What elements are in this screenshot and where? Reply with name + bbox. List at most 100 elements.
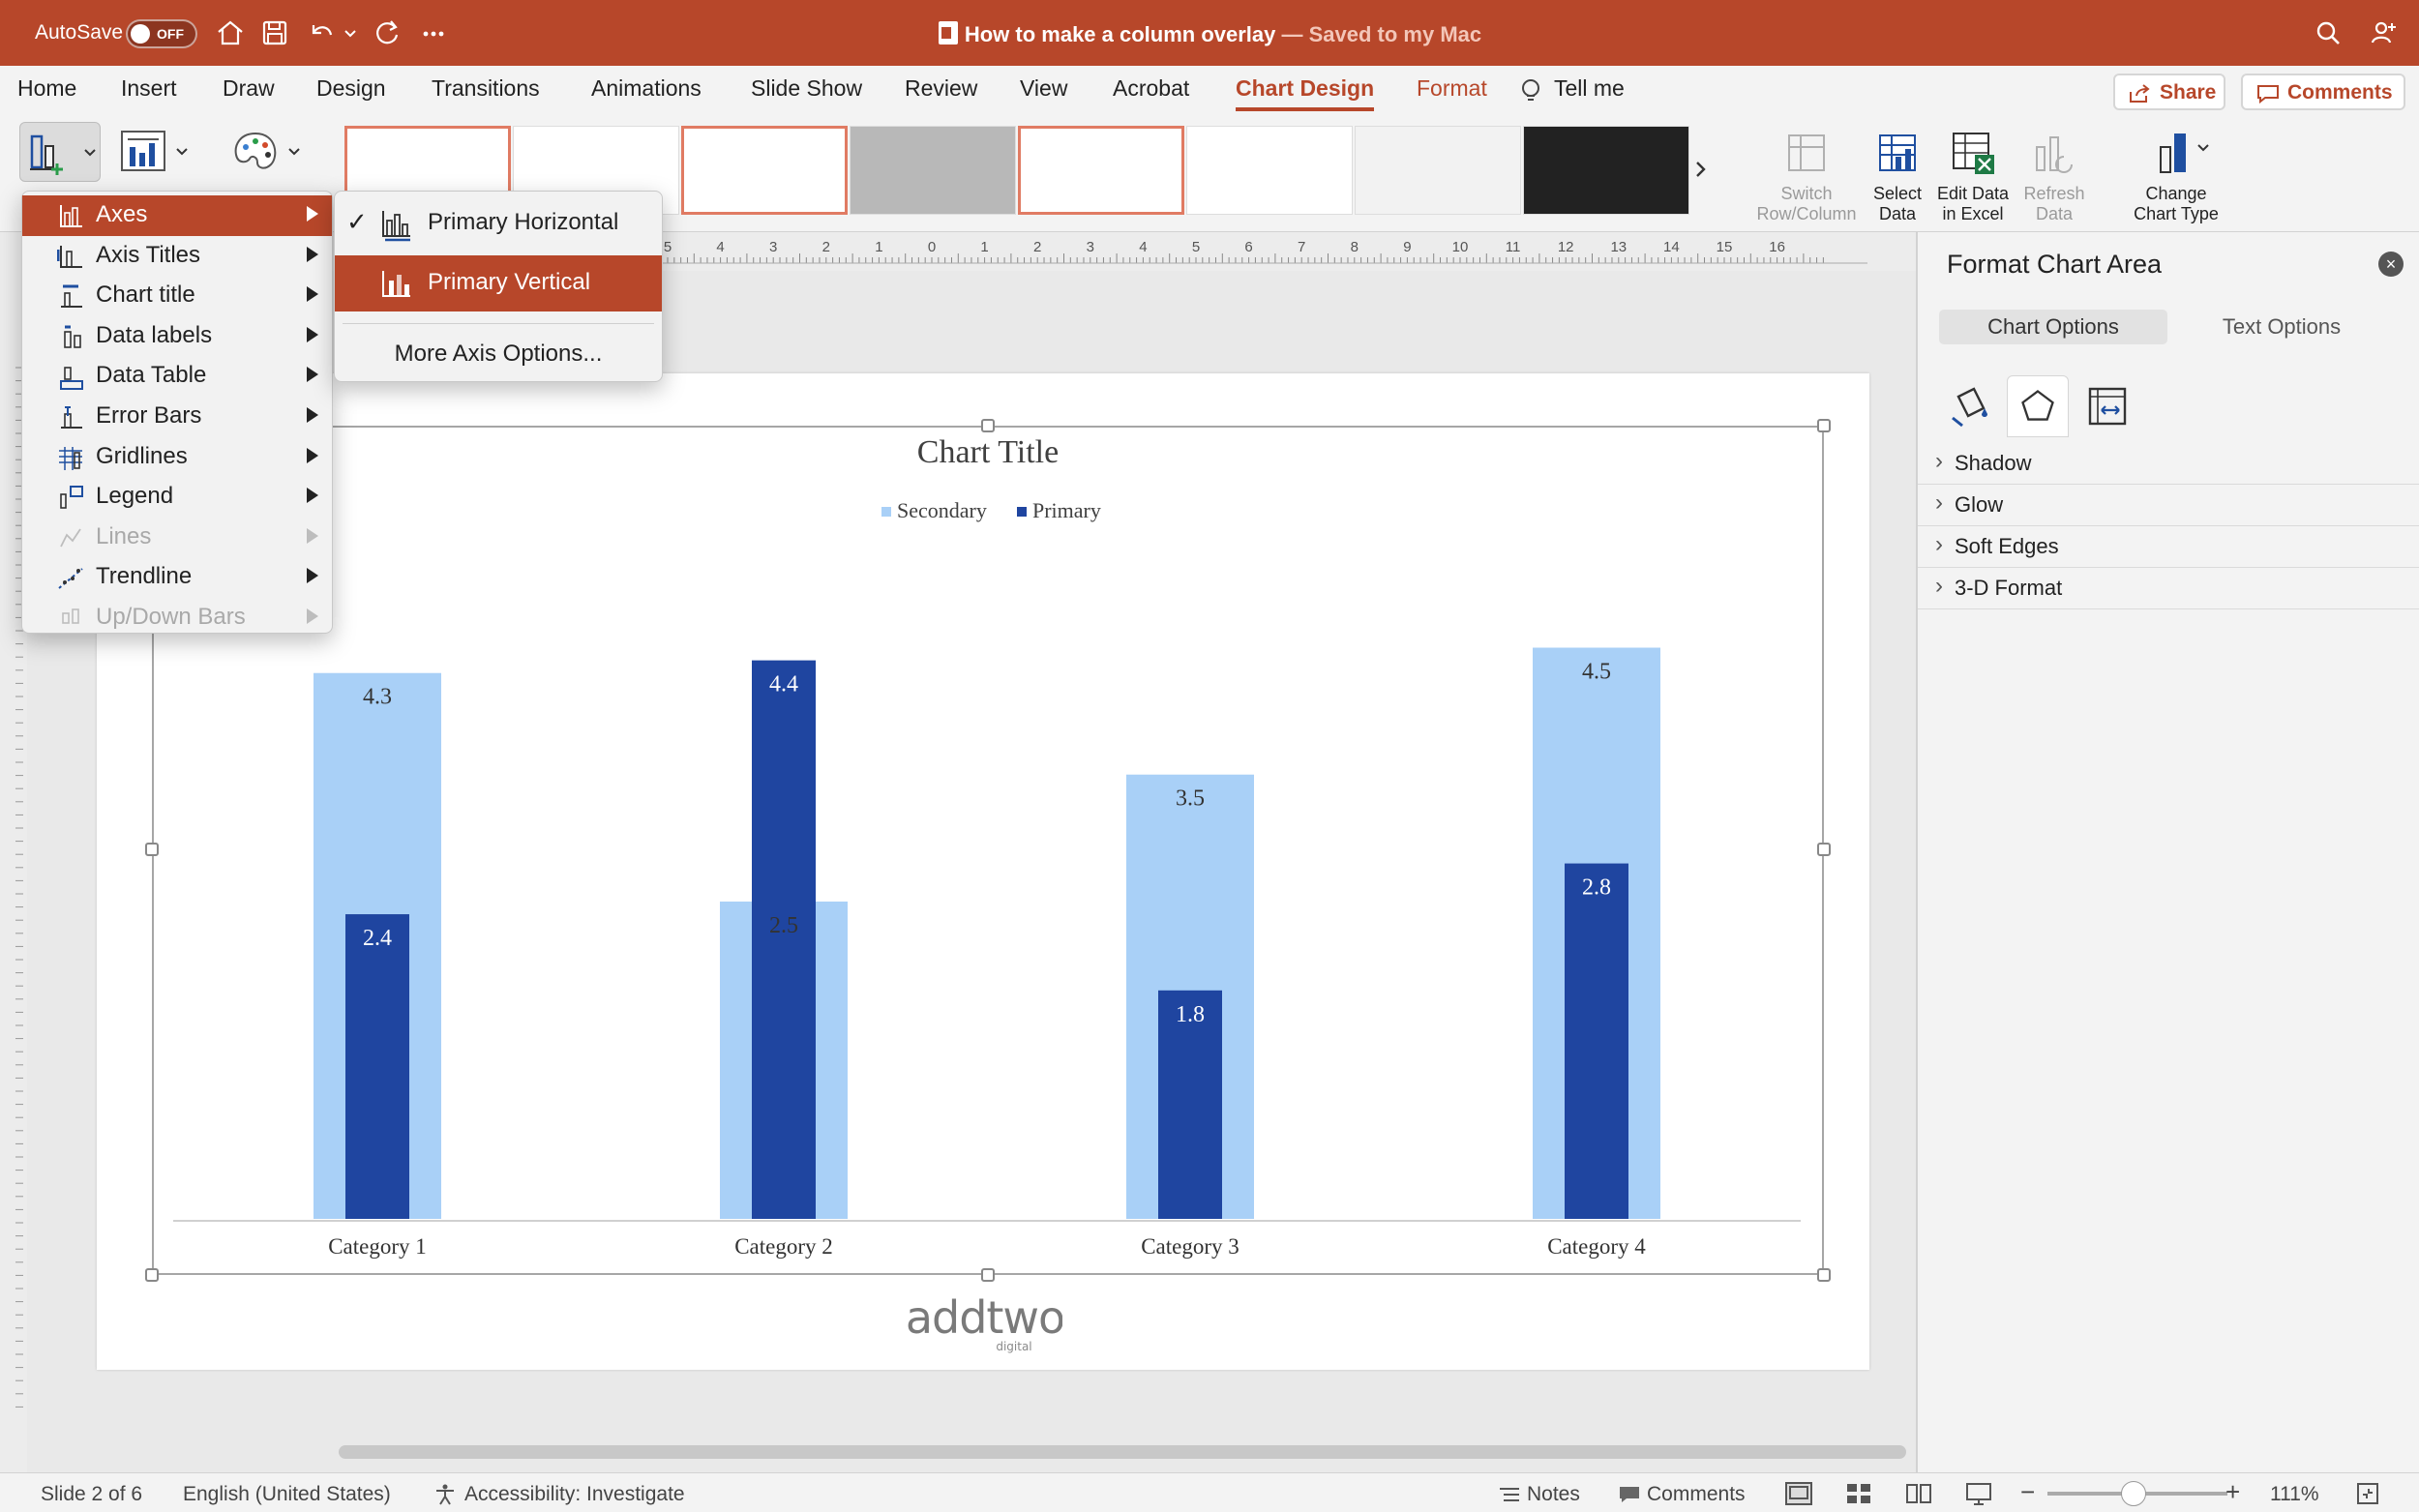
effects-icon[interactable]	[2007, 375, 2069, 437]
menu-item-error-bars[interactable]: Error Bars	[22, 397, 332, 437]
lightbulb-icon	[1522, 79, 1539, 101]
chart-style-8[interactable]	[1523, 126, 1689, 215]
tab-slide-show[interactable]: Slide Show	[751, 75, 862, 102]
language-status[interactable]: English (United States)	[183, 1483, 391, 1506]
tab-insert[interactable]: Insert	[121, 75, 177, 102]
chart-style-7[interactable]	[1355, 126, 1521, 215]
zoom-slider-thumb[interactable]	[2121, 1481, 2146, 1506]
horizontal-scrollbar[interactable]	[339, 1445, 1906, 1459]
zoom-level[interactable]: 111%	[2270, 1483, 2319, 1506]
search-icon[interactable]	[2313, 17, 2344, 48]
category-label: Category 1	[328, 1234, 427, 1259]
slide-show-icon[interactable]	[1964, 1481, 1993, 1506]
chevron-down-icon[interactable]	[2196, 143, 2210, 153]
slide-counter[interactable]: Slide 2 of 6	[41, 1483, 142, 1506]
menu-item-data-table[interactable]: Data Table	[22, 356, 332, 397]
menu-item-primary-horizontal[interactable]: ✓ Primary Horizontal	[335, 195, 662, 252]
notes-button[interactable]: Notes	[1527, 1483, 1580, 1506]
title-bar: AutoSave OFF How to make a column overla…	[0, 0, 2419, 66]
chart-style-3[interactable]	[681, 126, 848, 215]
tab-acrobat[interactable]: Acrobat	[1113, 75, 1189, 102]
document-title: How to make a column overlay — Saved to …	[0, 20, 2419, 47]
change-chart-type-button[interactable]: Change Chart Type	[2125, 128, 2227, 224]
quick-layout-button[interactable]	[116, 126, 194, 180]
tab-home[interactable]: Home	[17, 75, 76, 102]
ruler-label: 2	[1033, 239, 1041, 255]
share-button[interactable]: Share	[2113, 74, 2225, 110]
submenu-arrow-icon	[307, 206, 318, 222]
section-shadow[interactable]: Shadow	[1918, 443, 2419, 485]
document-name[interactable]: How to make a column overlay	[965, 22, 1276, 46]
ruler-label: 15	[1717, 239, 1733, 255]
ruler-label: 13	[1610, 239, 1627, 255]
category-label: Category 4	[1547, 1234, 1646, 1259]
comments-button[interactable]: Comments	[2241, 74, 2405, 110]
change-colors-button[interactable]	[228, 126, 306, 180]
slide-sorter-icon[interactable]	[1844, 1481, 1873, 1506]
comment-icon	[2257, 85, 2279, 104]
saved-status[interactable]: — Saved to my Mac	[1282, 22, 1482, 46]
size-properties-icon[interactable]	[2076, 375, 2138, 437]
fill-line-icon[interactable]	[1939, 375, 2001, 437]
menu-item-axes[interactable]: Axes	[22, 195, 332, 236]
zoom-out-button[interactable]: −	[2020, 1477, 2035, 1507]
ruler-label: 7	[1298, 239, 1305, 255]
ruler-label: 5	[664, 239, 672, 255]
trendline-icon	[58, 568, 83, 590]
tab-view[interactable]: View	[1020, 75, 1067, 102]
switch-row-column-icon	[1788, 134, 1825, 171]
add-chart-element-button[interactable]	[19, 122, 101, 182]
tab-review[interactable]: Review	[905, 75, 977, 102]
primary-horizontal-axis-icon	[382, 211, 410, 242]
chart-legend[interactable]: Secondary Primary	[881, 498, 1101, 522]
chevron-down-icon	[288, 148, 300, 156]
menu-item-axis-titles[interactable]: Axis Titles	[22, 236, 332, 277]
axes-icon	[60, 205, 82, 227]
account-icon[interactable]	[2369, 17, 2400, 48]
fit-to-window-icon[interactable]	[2355, 1481, 2380, 1506]
comments-label: Comments	[2287, 81, 2393, 104]
menu-item-primary-vertical[interactable]: Primary Vertical	[335, 255, 662, 311]
tab-chart-design[interactable]: Chart Design	[1236, 75, 1375, 111]
tab-text-options[interactable]: Text Options	[2167, 310, 2396, 344]
section-glow[interactable]: Glow	[1918, 485, 2419, 526]
normal-view-icon[interactable]	[1784, 1481, 1813, 1506]
chart-style-5[interactable]	[1018, 126, 1184, 215]
comments-status-button[interactable]: Comments	[1647, 1483, 1746, 1506]
menu-item-data-labels[interactable]: Data labels	[22, 316, 332, 357]
tab-design[interactable]: Design	[316, 75, 386, 102]
axis-titles-icon	[57, 245, 82, 268]
category-labels: Category 1 Category 2 Category 3 Category 4	[328, 1234, 1646, 1259]
menu-item-trendline[interactable]: Trendline	[22, 557, 332, 598]
gallery-next-icon[interactable]	[1691, 155, 1711, 184]
primary-data-label: 2.4	[363, 926, 392, 951]
chart-style-4[interactable]	[850, 126, 1016, 215]
accessibility-status[interactable]: Accessibility: Investigate	[464, 1483, 685, 1506]
menu-item-chart-title[interactable]: Chart title	[22, 276, 332, 316]
primary-series-bar[interactable]	[752, 660, 816, 1219]
chart-title[interactable]: Chart Title	[917, 434, 1059, 470]
chart-style-6[interactable]	[1186, 126, 1353, 215]
primary-series-bar[interactable]	[345, 914, 409, 1219]
pane-close-icon[interactable]: ×	[2378, 252, 2404, 277]
menu-item-lines: Lines	[22, 518, 332, 558]
reading-view-icon[interactable]	[1904, 1481, 1933, 1506]
tab-transitions[interactable]: Transitions	[432, 75, 540, 102]
edit-data-in-excel-button[interactable]: Edit Data in Excel	[1931, 128, 2015, 224]
tab-chart-options[interactable]: Chart Options	[1939, 310, 2167, 344]
section-soft-edges[interactable]: Soft Edges	[1918, 526, 2419, 568]
powerpoint-file-icon	[938, 21, 958, 44]
menu-item-legend[interactable]: Legend	[22, 477, 332, 518]
section-3d-format[interactable]: 3-D Format	[1918, 568, 2419, 609]
tell-me-search[interactable]: Tell me	[1554, 75, 1625, 102]
zoom-in-button[interactable]: +	[2225, 1477, 2240, 1507]
menu-item-gridlines[interactable]: Gridlines	[22, 437, 332, 478]
select-data-button[interactable]: Select Data	[1866, 128, 1929, 224]
column-overlay-chart[interactable]: Chart Title Secondary Primary 4.32.42.54.…	[152, 426, 1824, 1275]
menu-item-more-axis-options[interactable]: More Axis Options...	[335, 335, 662, 375]
tab-format[interactable]: Format	[1417, 75, 1487, 102]
tab-draw[interactable]: Draw	[223, 75, 275, 102]
primary-series-bar[interactable]	[1565, 863, 1628, 1219]
tab-animations[interactable]: Animations	[591, 75, 702, 102]
addtwo-logo-mark: addtwo digital	[908, 1291, 1062, 1353]
